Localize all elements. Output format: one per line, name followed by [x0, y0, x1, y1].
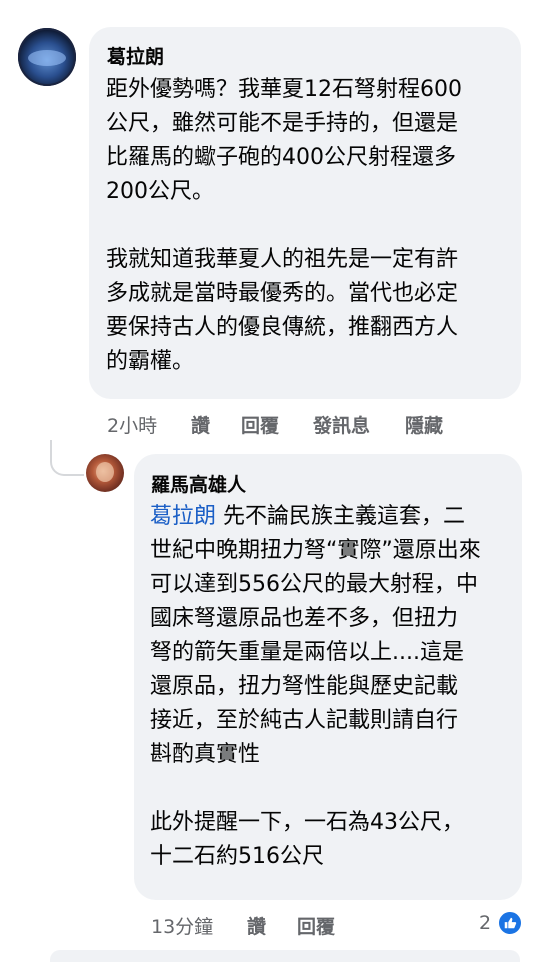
comment-text-line: 多成就是當時最優秀的。當代也必定 — [106, 281, 459, 306]
comment-timestamp[interactable]: 2小時 — [107, 411, 157, 438]
comment-actions: 2小時 讚 回覆 發訊息 隱藏 — [107, 411, 507, 438]
comment-text-line: 我就知道我華夏人的祖先是一定有許 — [106, 247, 459, 272]
send-message-button[interactable]: 發訊息 — [313, 411, 370, 438]
mention-link[interactable]: 葛拉朗 — [150, 504, 216, 529]
reaction-count[interactable]: 2 — [479, 912, 491, 934]
reply-text-line: 此外提醒一下，一石為43公尺， — [150, 810, 464, 835]
reply-text-line: 接近，至於純古人記載則請自行 — [150, 708, 459, 733]
reply-text-line: 十二石約516公尺 — [150, 844, 324, 869]
reply-text: 葛拉朗 先不論民族主義這套，二 世紀中晚期扭力弩“實際”還原出來 可以達到556公… — [150, 500, 481, 874]
comment-text-line: 距外優勢嗎？我華夏12石弩射程600 — [106, 77, 462, 102]
next-comment-edge — [50, 950, 520, 962]
like-reaction-icon[interactable] — [497, 910, 523, 936]
comment-text-line: 要保持古人的優良傳統，推翻西方人 — [106, 315, 459, 340]
reply-actions: 13分鐘 讚 回覆 — [151, 912, 451, 939]
comment-text-line: 公尺，雖然可能不是手持的，但還是 — [106, 111, 459, 136]
thumbs-up-icon — [504, 917, 517, 929]
reply-author-name[interactable]: 羅馬高雄人 — [151, 470, 246, 497]
comment-text-line: 比羅馬的蠍子砲的400公尺射程還多 — [106, 145, 456, 170]
hide-button[interactable]: 隱藏 — [405, 411, 443, 438]
comment-text-line: 200公尺。 — [106, 179, 214, 204]
reply-author-avatar[interactable] — [86, 454, 124, 492]
reply-text-line — [150, 772, 481, 806]
reply-like-button[interactable]: 讚 — [247, 912, 266, 939]
comment-author-name[interactable]: 葛拉朗 — [107, 42, 164, 69]
reply-timestamp[interactable]: 13分鐘 — [151, 912, 213, 939]
author-avatar[interactable] — [18, 28, 76, 86]
reply-button[interactable]: 回覆 — [241, 411, 279, 438]
reply-text-line: 還原品，扭力弩性能與歷史記載 — [150, 674, 459, 699]
reply-text-line: 世紀中晚期扭力弩“實際”還原出來 — [150, 538, 481, 563]
reply-text-line: 斟酌真實性 — [150, 742, 261, 767]
reply-text-line: 先不論民族主義這套，二 — [216, 504, 466, 529]
reply-reply-button[interactable]: 回覆 — [297, 912, 335, 939]
comment-text-line: 的霸權。 — [106, 349, 195, 374]
reply-thread-line — [50, 440, 84, 476]
reply-text-line: 弩的箭矢重量是兩倍以上....這是 — [150, 640, 464, 665]
reply-text-line: 國床弩還原品也差不多，但扭力 — [150, 606, 459, 631]
like-button[interactable]: 讚 — [191, 411, 210, 438]
comment-text: 距外優勢嗎？我華夏12石弩射程600 公尺，雖然可能不是手持的，但還是 比羅馬的蠍子… — [106, 73, 462, 379]
reply-text-line: 可以達到556公尺的最大射程，中 — [150, 572, 478, 597]
comment-text-line — [106, 209, 462, 243]
